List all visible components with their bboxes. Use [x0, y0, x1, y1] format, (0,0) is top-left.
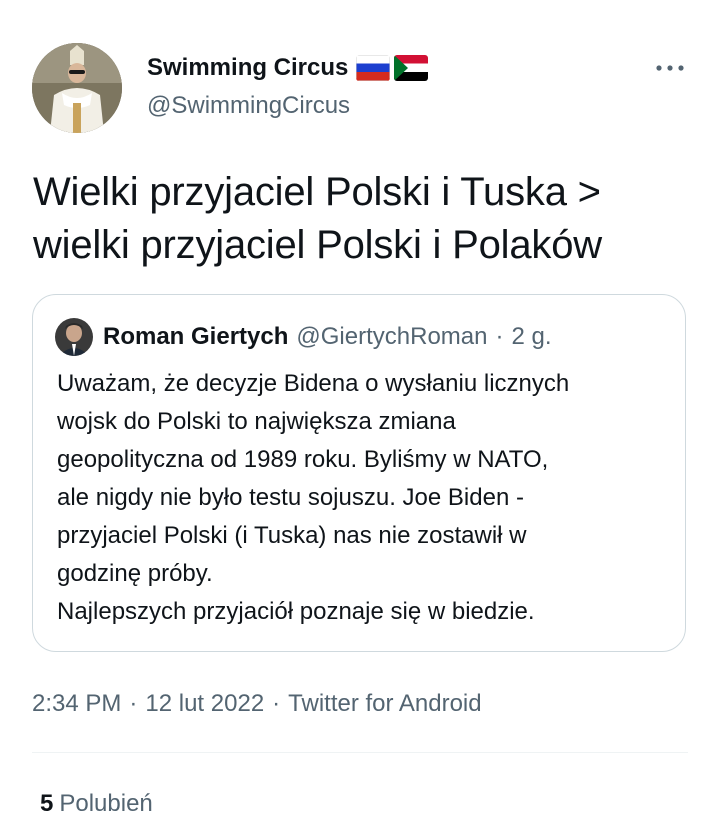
- quoted-author-name: Roman Giertych: [103, 323, 289, 350]
- meta-separator: ·: [129, 690, 138, 717]
- quoted-author-avatar: [55, 318, 93, 356]
- author-avatar[interactable]: [32, 43, 122, 133]
- more-options-button[interactable]: [650, 56, 690, 80]
- meta-separator: ·: [272, 690, 281, 717]
- quoted-tweet-card[interactable]: Roman Giertych @GiertychRoman · 2 g. Uwa…: [32, 294, 686, 652]
- quoted-timestamp: 2 g.: [511, 323, 552, 350]
- quoted-text-line: geopolityczna od 1989 roku. Byliśmy w NA…: [57, 446, 549, 473]
- likes-stat[interactable]: 5 Polubień: [40, 788, 153, 820]
- quoted-text-line: przyjaciel Polski (i Tuska) nas nie zost…: [57, 522, 527, 549]
- likes-label: Polubień: [59, 790, 153, 817]
- author-handle[interactable]: @SwimmingCircus: [147, 90, 350, 122]
- tweet-text: Wielki przyjaciel Polski i Tuska > wielk…: [33, 166, 683, 272]
- tweet: Swimming Circus @SwimmingCircus Wielki p…: [0, 0, 706, 832]
- quoted-separator: ·: [495, 323, 504, 350]
- quoted-author-handle: @GiertychRoman: [296, 323, 488, 350]
- quoted-text-line: Najlepszych przyjaciół poznaje się w bie…: [57, 598, 535, 625]
- author-name[interactable]: Swimming Circus: [147, 52, 348, 84]
- quoted-text-line: Uważam, że decyzje Bidena o wysłaniu lic…: [57, 370, 570, 397]
- quoted-text-line: ale nigdy nie było testu sojuszu. Joe Bi…: [57, 484, 524, 511]
- divider: [32, 752, 688, 753]
- author-name-row[interactable]: Swimming Circus: [147, 52, 429, 84]
- sudan-flag-icon: [394, 55, 429, 81]
- tweet-date[interactable]: 12 lut 2022: [145, 690, 264, 717]
- quoted-tweet-header: Roman Giertych @GiertychRoman · 2 g.: [55, 317, 552, 357]
- tweet-text-line: Wielki przyjaciel Polski i Tuska >: [33, 170, 601, 214]
- russia-flag-icon: [356, 55, 391, 81]
- tweet-source[interactable]: Twitter for Android: [288, 690, 481, 717]
- more-dots-icon: [656, 65, 684, 71]
- quoted-text-line: godzinę próby.: [57, 560, 213, 587]
- likes-count: 5: [40, 790, 54, 817]
- quoted-tweet-text: Uważam, że decyzje Bidena o wysłaniu lic…: [57, 365, 677, 631]
- tweet-metadata: 2:34 PM · 12 lut 2022 · Twitter for Android: [32, 688, 482, 720]
- tweet-text-line: wielki przyjaciel Polski i Polaków: [33, 223, 602, 267]
- quoted-text-line: wojsk do Polski to największa zmiana: [57, 408, 456, 435]
- tweet-time[interactable]: 2:34 PM: [32, 690, 121, 717]
